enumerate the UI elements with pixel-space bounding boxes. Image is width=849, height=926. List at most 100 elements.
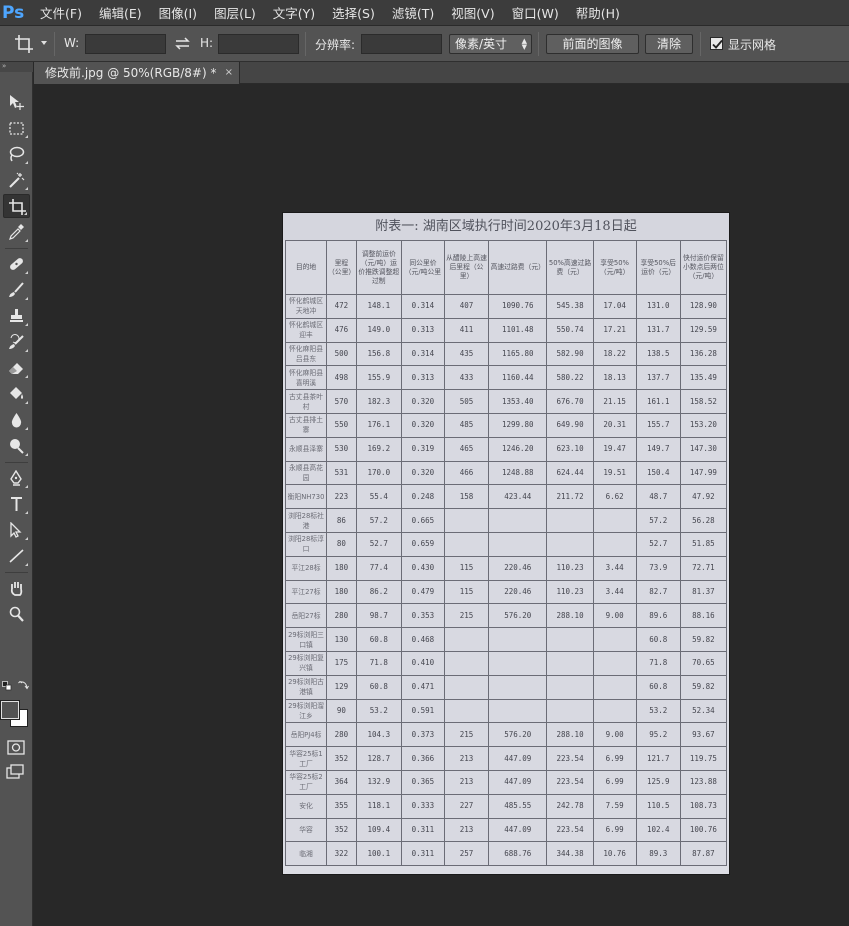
table-cell: 570 — [326, 389, 357, 414]
table-cell: 364 — [326, 769, 357, 795]
clone-stamp-icon[interactable] — [3, 304, 30, 328]
menu-bar: Ps 文件(F) 编辑(E) 图像(I) 图层(L) 文字(Y) 选择(S) 滤… — [0, 0, 849, 26]
table-cell: 242.78 — [546, 793, 594, 819]
table-cell: 71.8 — [355, 650, 402, 676]
table-cell: 182.3 — [355, 389, 402, 414]
lasso-icon[interactable] — [3, 142, 30, 166]
height-field[interactable] — [218, 34, 299, 54]
quick-mask-icon[interactable] — [7, 740, 25, 755]
table-cell: 95.2 — [635, 722, 681, 748]
eraser-icon[interactable] — [3, 356, 30, 380]
table-cell: 17.04 — [592, 294, 637, 319]
menu-edit[interactable]: 编辑(E) — [99, 3, 142, 22]
menu-filter[interactable]: 滤镜(T) — [392, 3, 434, 22]
screen-mode-icon[interactable] — [6, 764, 26, 780]
menu-window[interactable]: 窗口(W) — [512, 3, 559, 22]
crop-icon[interactable] — [14, 34, 34, 54]
table-row: 岳阳27标 280 98.7 0.353 215 576.20 288.10 9.00 89.6… — [284, 603, 728, 629]
eyedropper-icon[interactable] — [3, 220, 30, 244]
zoom-icon[interactable] — [3, 602, 30, 626]
clear-button[interactable]: 清除 — [645, 34, 693, 54]
table-cell: 545.38 — [546, 294, 594, 319]
menu-type[interactable]: 文字(Y) — [273, 3, 315, 22]
table-cell: 89.6 — [635, 603, 681, 629]
toolbox-separator — [5, 572, 28, 573]
menu-select[interactable]: 选择(S) — [332, 3, 375, 22]
destination-cell: 岳阳27标 — [284, 603, 328, 629]
table-cell: 169.2 — [355, 436, 402, 462]
close-icon[interactable]: × — [225, 62, 233, 84]
table-row: 古丈县排土寨 550 176.1 0.320 485 1299.80 649.90 20.31… — [284, 412, 728, 438]
table-cell: 119.75 — [679, 746, 728, 771]
table-cell — [592, 674, 637, 700]
pen-icon[interactable] — [3, 466, 30, 490]
blur-icon[interactable] — [3, 408, 30, 432]
crop-tool[interactable] — [3, 194, 30, 218]
table-header-cell: 同公里价（元/吨公里 — [400, 240, 445, 295]
menu-view[interactable]: 视图(V) — [451, 3, 494, 22]
width-field[interactable] — [85, 34, 166, 54]
table-row: 怀化鹤城区迎丰 476 149.0 0.313 411 1101.48 550.74 17.2… — [284, 317, 728, 343]
table-cell: 86.2 — [355, 579, 402, 605]
table-cell: 0.665 — [400, 508, 445, 533]
destination-cell: 安化 — [284, 793, 328, 819]
hand-icon[interactable] — [3, 576, 30, 600]
table-header-cell: 目的地 — [284, 240, 328, 295]
menu-layer[interactable]: 图层(L) — [214, 3, 256, 22]
table-cell: 19.51 — [592, 460, 637, 486]
dodge-icon[interactable] — [3, 434, 30, 458]
table-header-cell: 高速过路费（元） — [488, 240, 548, 295]
resolution-unit-select[interactable]: 像素/英寸 ▲ ▼ — [449, 34, 532, 54]
document-tab[interactable]: 修改前.jpg @ 50%(RGB/8#) * × — [34, 62, 240, 84]
table-header-cell: 从醴陵上高速后里程（公里） — [443, 240, 490, 295]
swap-colors-icon[interactable] — [18, 679, 29, 690]
resolution-field[interactable] — [361, 34, 442, 54]
table-cell: 1090.76 — [488, 294, 548, 319]
table-cell: 156.8 — [355, 341, 402, 367]
table-row: 岳阳PJ4标 280 104.3 0.373 215 576.20 288.10 9.00 95… — [284, 722, 728, 748]
menu-file[interactable]: 文件(F) — [40, 3, 82, 22]
history-brush-icon[interactable] — [3, 330, 30, 354]
table-header-cell: 享受50%（元/吨） — [592, 240, 637, 295]
destination-cell: 29标浏阳复兴镇 — [284, 650, 328, 676]
table-cell: 0.320 — [400, 460, 445, 486]
table-cell: 0.430 — [400, 555, 445, 581]
table-cell: 100.76 — [679, 817, 728, 843]
table-cell: 0.320 — [400, 412, 445, 438]
scanned-table-title: 附表一: 湖南区域执行时间2020年3月18日起 — [283, 213, 729, 240]
paint-bucket-icon[interactable] — [3, 382, 30, 406]
line-icon[interactable] — [3, 544, 30, 568]
front-image-button[interactable]: 前面的图像 — [546, 34, 639, 54]
table-cell: 86 — [326, 508, 357, 533]
rect-marquee-icon[interactable] — [3, 116, 30, 140]
foreground-color-swatch[interactable] — [0, 700, 20, 720]
table-cell: 136.28 — [679, 341, 728, 367]
healing-brush-icon[interactable] — [3, 252, 30, 276]
default-colors-icon[interactable] — [2, 680, 12, 691]
toolbox-grip[interactable]: » — [0, 62, 33, 72]
show-grid-checkbox[interactable] — [710, 37, 723, 50]
table-cell: 110.23 — [546, 555, 594, 581]
magic-wand-icon[interactable] — [3, 168, 30, 192]
table-cell: 118.1 — [355, 793, 402, 819]
options-bar: W: H: 分辨率: 像素/英寸 ▲ ▼ 前面的图像 清除 显示网格 — [0, 26, 849, 62]
table-cell: 1248.88 — [488, 460, 548, 486]
table-cell: 220.46 — [488, 555, 548, 581]
brush-icon[interactable] — [3, 278, 30, 302]
options-separator — [538, 32, 539, 56]
table-header-row: 目的地 里程（公里） 调整前运价（元/吨）运价推跌调整超过制 同公里价（元/吨公里 从醴… — [284, 240, 728, 295]
tool-preset-dropdown-icon[interactable] — [41, 41, 47, 45]
table-cell — [488, 627, 548, 652]
menu-image[interactable]: 图像(I) — [159, 3, 197, 22]
table-cell: 0.365 — [400, 769, 445, 795]
table-cell: 550 — [326, 412, 357, 438]
table-cell: 257 — [443, 841, 490, 867]
table-cell: 435 — [443, 341, 490, 367]
document-image[interactable]: 附表一: 湖南区域执行时间2020年3月18日起 目的地 里程（公里） 调整前运价（… — [283, 213, 729, 874]
type-icon[interactable] — [3, 492, 30, 516]
menu-help[interactable]: 帮助(H) — [576, 3, 620, 22]
table-cell: 52.7 — [635, 531, 681, 557]
move-icon[interactable] — [3, 90, 30, 114]
swap-arrows-icon[interactable] — [174, 35, 191, 52]
path-selection-icon[interactable] — [3, 518, 30, 542]
